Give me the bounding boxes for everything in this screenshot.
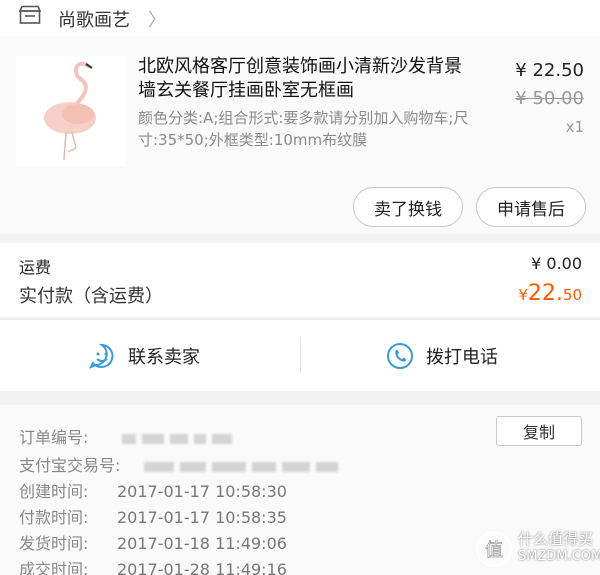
created-time-row: 创建时间: 2017-01-17 10:58:30	[19, 478, 287, 502]
shipped-time-label: 发货时间:	[19, 534, 89, 553]
alipay-number-row: 支付宝交易号:	[19, 452, 344, 476]
paid-value: ¥22.50	[518, 281, 582, 306]
paid-time-row: 付款时间: 2017-01-17 10:58:35	[19, 504, 287, 528]
flamingo-illustration	[44, 61, 96, 161]
paid-time-label: 付款时间:	[19, 508, 89, 527]
paid-decimal: 50	[562, 286, 582, 304]
svg-text:值: 值	[485, 540, 503, 561]
completed-time-label: 成交时间:	[19, 560, 89, 575]
chevron-right-icon: 〉	[148, 10, 166, 31]
shipped-time-value: 2017-01-18 11:49:06	[117, 534, 287, 553]
completed-time-row: 成交时间: 2017-01-28 11:49:16	[19, 556, 287, 575]
shipped-time-row: 发货时间: 2017-01-18 11:49:06	[19, 530, 287, 554]
product-title[interactable]: 北欧风格客厅创意装饰画小清新沙发背景墙玄关餐厅挂画卧室无框画	[138, 55, 478, 103]
order-number-label: 订单编号:	[19, 428, 89, 447]
sell-button[interactable]: 卖了换钱	[353, 187, 463, 227]
order-number-row: 订单编号:	[19, 424, 238, 448]
completed-time-value: 2017-01-28 11:49:16	[117, 560, 287, 575]
paid-integer: 22.	[527, 281, 563, 306]
paid-label: 实付款（含运费）	[19, 286, 163, 307]
shipping-value: ¥ 0.00	[531, 254, 582, 273]
price-current: ¥ 22.50	[515, 60, 584, 81]
created-time-label: 创建时间:	[19, 482, 89, 501]
shop-icon	[19, 5, 41, 24]
aftersale-button[interactable]: 申请售后	[476, 187, 586, 227]
chat-icon	[88, 343, 114, 369]
paid-time-value: 2017-01-17 10:58:35	[117, 508, 287, 527]
shipping-label: 运费	[19, 258, 52, 277]
copy-button[interactable]: 复制	[496, 416, 582, 446]
alipay-number-label: 支付宝交易号:	[19, 456, 121, 475]
watermark-site: SMZDM.COM	[518, 549, 600, 564]
price-original: ¥ 50.00	[515, 88, 584, 109]
product-spec: 颜色分类:A;组合形式:要多款请分别加入购物车;尺寸:35*50;外框类型:10…	[138, 109, 469, 149]
contact-seller-label: 联系卖家	[128, 347, 200, 368]
call-phone-button[interactable]: 拨打电话	[386, 341, 498, 371]
phone-icon	[387, 343, 413, 369]
contact-seller-button[interactable]: 联系卖家	[88, 341, 200, 371]
shop-name[interactable]: 尚歌画艺	[58, 6, 130, 32]
paid-currency: ¥	[518, 286, 528, 304]
call-phone-label: 拨打电话	[426, 347, 498, 368]
created-time-value: 2017-01-17 10:58:30	[117, 482, 287, 501]
watermark-title: 什么值得买	[518, 530, 594, 548]
product-image[interactable]	[16, 56, 126, 166]
contact-divider	[300, 337, 301, 373]
shop-header[interactable]: 尚歌画艺 〉	[0, 0, 600, 36]
quantity: x1	[565, 118, 584, 136]
